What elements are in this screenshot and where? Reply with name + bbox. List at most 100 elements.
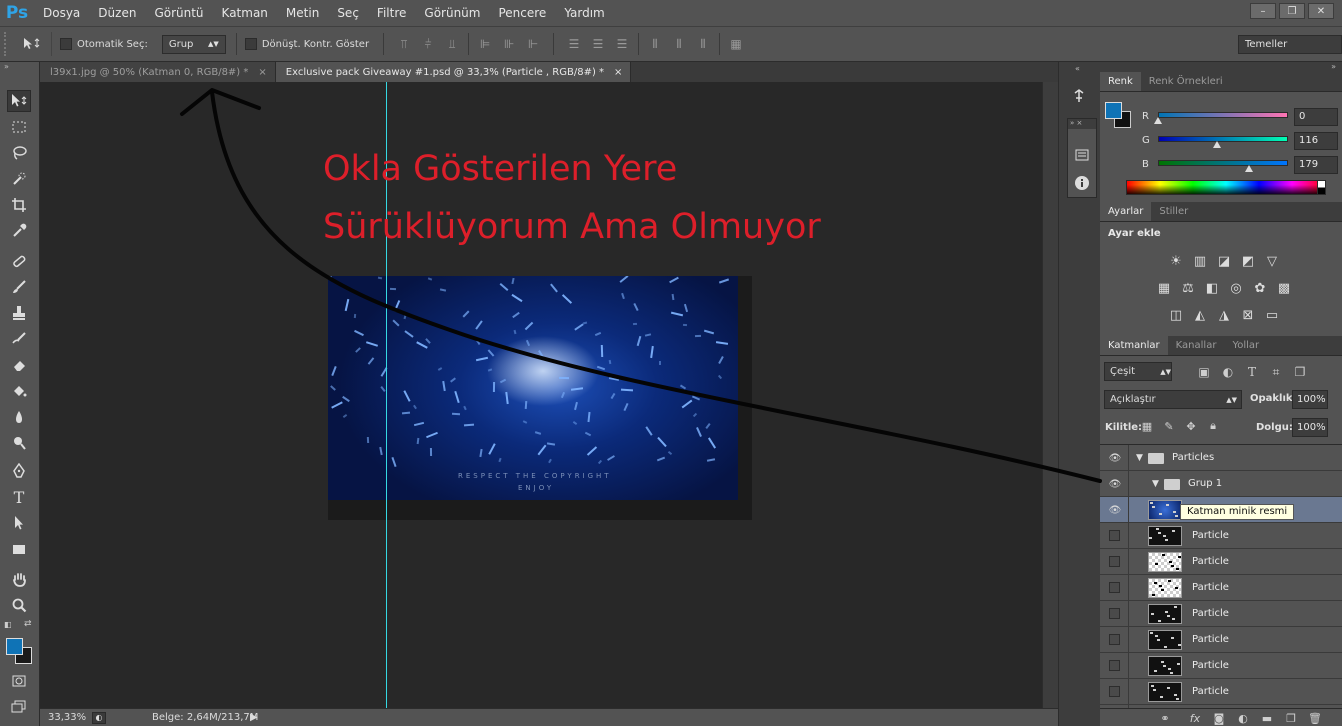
- tool-presets-icon[interactable]: [1069, 86, 1089, 106]
- path-selection-icon[interactable]: [7, 512, 31, 534]
- marquee-icon[interactable]: [7, 116, 31, 138]
- distribute-top-icon[interactable]: ☰: [566, 36, 582, 52]
- properties-icon[interactable]: [1072, 145, 1092, 165]
- visibility-toggle[interactable]: [1109, 660, 1120, 671]
- close-icon[interactable]: ×: [258, 67, 266, 78]
- b-slider-thumb[interactable]: [1245, 165, 1254, 172]
- zoom-level[interactable]: 33,33%: [40, 712, 92, 723]
- layer-row[interactable]: Particle: [1100, 627, 1342, 653]
- lock-position-icon[interactable]: ✥: [1184, 419, 1198, 433]
- r-slider[interactable]: [1158, 112, 1288, 118]
- new-group-icon[interactable]: ▬: [1260, 711, 1274, 725]
- visibility-toggle[interactable]: [1109, 530, 1120, 541]
- tab-l39x1[interactable]: l39x1.jpg @ 50% (Katman 0, RGB/8#) * ×: [40, 62, 276, 82]
- status-menu-arrow-icon[interactable]: ▶: [250, 712, 258, 723]
- info-icon[interactable]: [1072, 173, 1092, 193]
- g-slider[interactable]: [1158, 136, 1288, 142]
- distribute-bottom-icon[interactable]: ☰: [614, 36, 630, 52]
- hue-saturation-icon[interactable]: ▦: [1155, 279, 1173, 297]
- screen-mode-icon[interactable]: [7, 696, 31, 718]
- hand-icon[interactable]: [7, 568, 31, 590]
- visibility-toggle[interactable]: [1109, 608, 1120, 619]
- vibrance-icon[interactable]: ▽: [1263, 252, 1281, 270]
- curves-icon[interactable]: ◪: [1215, 252, 1233, 270]
- new-adjustment-icon[interactable]: ◐: [1236, 711, 1250, 725]
- vertical-scrollbar[interactable]: [1042, 82, 1058, 708]
- foreground-color-swatch[interactable]: [6, 638, 23, 655]
- opacity-field[interactable]: 100%: [1292, 390, 1328, 409]
- tab-kanallar[interactable]: Kanallar: [1168, 336, 1225, 355]
- layer-row[interactable]: Particle: [1100, 523, 1342, 549]
- g-value-field[interactable]: 116: [1294, 132, 1338, 150]
- b-slider[interactable]: [1158, 160, 1288, 166]
- visibility-toggle[interactable]: [1109, 556, 1120, 567]
- layer-group-row[interactable]: 👁︎ ▼ Particles: [1100, 445, 1342, 471]
- levels-icon[interactable]: ▥: [1191, 252, 1209, 270]
- layer-thumbnail[interactable]: [1148, 552, 1182, 572]
- canvas-area[interactable]: RESPECT THE COPYRIGHT ENJOY Okla Gösteri…: [40, 82, 1042, 708]
- eraser-icon[interactable]: [7, 354, 31, 376]
- eyedropper-icon[interactable]: [7, 220, 31, 242]
- layer-thumbnail[interactable]: [1148, 500, 1182, 520]
- menu-pencere[interactable]: Pencere: [489, 6, 555, 20]
- layer-style-icon[interactable]: fx: [1188, 711, 1202, 725]
- layer-filter-select[interactable]: Çeşit ▲▼: [1104, 362, 1172, 381]
- zoom-icon[interactable]: [7, 594, 31, 616]
- photo-filter-icon[interactable]: ◎: [1227, 279, 1245, 297]
- visibility-eye-icon[interactable]: 👁︎: [1108, 503, 1122, 517]
- group-expand-icon[interactable]: ▼: [1152, 479, 1159, 489]
- tab-exclusive-pack[interactable]: Exclusive pack Giveaway #1.psd @ 33,3% (…: [275, 62, 632, 82]
- layer-thumbnail[interactable]: [1148, 526, 1182, 546]
- g-slider-thumb[interactable]: [1213, 141, 1222, 148]
- filter-adjustment-icon[interactable]: ◐: [1220, 364, 1236, 380]
- fill-field[interactable]: 100%: [1292, 418, 1328, 437]
- menu-goruntu[interactable]: Görüntü: [145, 6, 212, 20]
- filter-smart-object-icon[interactable]: ❐: [1292, 364, 1308, 380]
- invert-icon[interactable]: ◫: [1167, 306, 1185, 324]
- visibility-toggle[interactable]: [1109, 582, 1120, 593]
- quick-select-icon[interactable]: [7, 168, 31, 190]
- brightness-icon[interactable]: ☀: [1167, 252, 1185, 270]
- visibility-toggle[interactable]: [1109, 686, 1120, 697]
- layer-thumbnail[interactable]: [1148, 578, 1182, 598]
- distribute-hcenter-icon[interactable]: ⦀: [671, 36, 687, 52]
- align-hcenter-icon[interactable]: ⊪: [501, 36, 517, 52]
- gradient-map-icon[interactable]: ▭: [1263, 306, 1281, 324]
- swap-colors-icon[interactable]: ⇄: [24, 619, 34, 629]
- delete-layer-icon[interactable]: 🗑︎: [1308, 711, 1322, 725]
- blur-icon[interactable]: [7, 406, 31, 428]
- healing-brush-icon[interactable]: [7, 250, 31, 272]
- rectangle-shape-icon[interactable]: [7, 538, 31, 560]
- menu-sec[interactable]: Seç: [328, 6, 368, 20]
- layer-thumbnail[interactable]: [1148, 630, 1182, 650]
- type-icon[interactable]: T: [7, 486, 31, 508]
- layer-thumbnail[interactable]: [1148, 656, 1182, 676]
- align-bottom-icon[interactable]: ⫫: [444, 36, 460, 52]
- link-layers-icon[interactable]: ⚭: [1158, 711, 1172, 725]
- r-slider-thumb[interactable]: [1154, 117, 1162, 124]
- color-balance-icon[interactable]: ⚖: [1179, 279, 1197, 297]
- black-white-icon[interactable]: ◧: [1203, 279, 1221, 297]
- toolbar-collapse-icon[interactable]: »: [0, 62, 39, 72]
- align-left-icon[interactable]: ⊫: [477, 36, 493, 52]
- clone-stamp-icon[interactable]: [7, 302, 31, 324]
- distribute-left-icon[interactable]: ⦀: [647, 36, 663, 52]
- layer-group-row[interactable]: 👁︎ ▼ Grup 1: [1100, 471, 1342, 497]
- visibility-eye-icon[interactable]: 👁︎: [1108, 451, 1122, 465]
- default-colors-icon[interactable]: ◧: [4, 620, 14, 630]
- close-icon[interactable]: ×: [614, 67, 622, 78]
- posterize-icon[interactable]: ◭: [1191, 306, 1209, 324]
- dock-collapse-icon[interactable]: «: [1075, 64, 1080, 73]
- move-icon[interactable]: [7, 90, 31, 112]
- align-vcenter-icon[interactable]: ⫩: [420, 36, 436, 52]
- quick-mask-icon[interactable]: [7, 670, 31, 692]
- group-expand-icon[interactable]: ▼: [1136, 453, 1143, 463]
- brush-icon[interactable]: [7, 276, 31, 298]
- auto-select-checkbox[interactable]: [60, 38, 72, 50]
- tab-stiller[interactable]: Stiller: [1151, 202, 1196, 221]
- exposure-icon[interactable]: ◩: [1239, 252, 1257, 270]
- layer-thumbnail[interactable]: [1148, 682, 1182, 702]
- dodge-icon[interactable]: [7, 432, 31, 454]
- visibility-toggle[interactable]: [1109, 634, 1120, 645]
- lasso-icon[interactable]: [7, 142, 31, 164]
